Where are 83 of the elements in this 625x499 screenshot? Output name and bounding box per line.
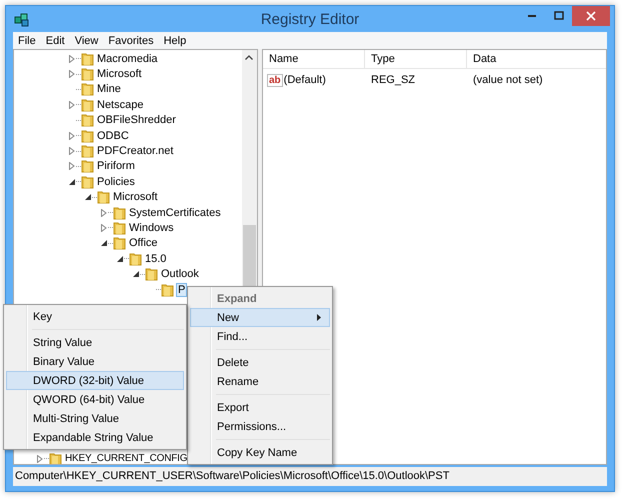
menu-item[interactable]: Binary Value <box>6 352 184 371</box>
menu-item[interactable]: Help <box>158 34 192 46</box>
tree-item[interactable]: SystemCertificates <box>128 206 222 220</box>
menu-item[interactable]: New <box>190 308 330 327</box>
window-title: Registry Editor <box>260 10 360 28</box>
expand-arrow-icon[interactable] <box>69 162 75 170</box>
maximize-icon <box>554 11 564 21</box>
folder-icon <box>113 206 126 220</box>
column-header[interactable]: Type <box>365 50 467 68</box>
close-button[interactable] <box>572 6 610 26</box>
collapse-arrow-icon[interactable] <box>133 271 139 278</box>
folder-icon <box>81 82 94 96</box>
tree-item[interactable]: Policies <box>96 174 136 189</box>
tree-item[interactable]: Piriform <box>96 159 136 174</box>
collapse-arrow-icon[interactable] <box>85 194 91 200</box>
folder-icon <box>113 220 126 235</box>
menu-item[interactable]: QWORD (64-bit) Value <box>6 390 184 409</box>
tree-item[interactable]: Microsoft <box>96 67 143 82</box>
folder-icon <box>97 190 110 204</box>
status-bar: Computer\HKEY_CURRENT_USER\Software\Policies\Microsoft\Office\15.0\Outlook\PST <box>13 467 607 486</box>
tree-item[interactable]: P <box>176 282 188 297</box>
submenu-arrow-icon <box>317 314 321 321</box>
folder-icon <box>81 67 94 82</box>
column-header[interactable]: Data <box>467 50 606 68</box>
menu-item[interactable]: Permissions... <box>190 417 330 436</box>
string-value-icon: ab <box>267 74 283 86</box>
collapse-arrow-icon[interactable] <box>117 256 123 262</box>
folder-icon <box>81 144 94 158</box>
expand-arrow-icon[interactable] <box>37 454 43 463</box>
close-icon <box>586 11 596 21</box>
menu-item[interactable]: Delete <box>190 353 330 372</box>
expand-arrow-icon[interactable] <box>69 54 75 63</box>
expand-arrow-icon[interactable] <box>69 147 75 156</box>
tree-item[interactable]: Macromedia <box>96 52 159 66</box>
menu-item[interactable]: Edit <box>40 34 70 46</box>
value-name[interactable]: (Default) <box>284 74 326 86</box>
tree-item[interactable]: Outlook <box>160 267 200 282</box>
tree-item[interactable]: 15.0 <box>144 252 168 266</box>
tree-item[interactable]: OBFileShredder <box>96 113 177 128</box>
column-header[interactable]: Name <box>263 50 365 68</box>
expand-arrow-icon[interactable] <box>69 132 75 140</box>
folder-icon <box>81 128 94 143</box>
menu-item[interactable]: Key <box>6 307 184 326</box>
expand-arrow-icon[interactable] <box>69 70 75 78</box>
folder-icon <box>129 252 142 266</box>
expand-arrow-icon[interactable] <box>101 224 107 232</box>
tree-item[interactable]: PDFCreator.net <box>96 144 174 158</box>
menu-item[interactable]: Rename <box>190 372 330 391</box>
cubes-icon <box>14 11 30 27</box>
tree-item[interactable]: HKEY_CURRENT_CONFIG <box>64 452 188 464</box>
folder-icon <box>81 113 94 128</box>
value-data: (value not set) <box>472 74 543 86</box>
folder-icon <box>161 282 174 297</box>
menu-item[interactable]: Find... <box>190 327 330 346</box>
folder-icon <box>145 267 158 282</box>
collapse-arrow-icon[interactable] <box>101 240 107 246</box>
folder-icon <box>81 52 94 66</box>
value-type: REG_SZ <box>370 74 416 86</box>
folder-icon <box>81 98 94 112</box>
collapse-arrow-icon[interactable] <box>69 178 75 185</box>
menu-item[interactable]: String Value <box>6 333 184 352</box>
tree-item[interactable]: Netscape <box>96 98 144 112</box>
menu-item[interactable]: Favorites <box>103 34 159 46</box>
folder-icon <box>113 236 126 250</box>
menu-item[interactable]: Expandable String Value <box>6 428 184 447</box>
expand-arrow-icon[interactable] <box>101 208 107 217</box>
menu-item[interactable]: Export <box>190 398 330 417</box>
folder-icon <box>49 452 62 464</box>
folder-icon <box>81 159 94 174</box>
menu-item[interactable]: DWORD (32-bit) Value <box>6 371 184 390</box>
menu-item[interactable]: File <box>13 34 41 46</box>
scroll-up-icon[interactable] <box>245 55 253 60</box>
folder-icon <box>81 174 94 189</box>
tree-item[interactable]: ODBC <box>96 128 130 143</box>
menu-item[interactable]: Multi-String Value <box>6 409 184 428</box>
minimize-icon <box>528 15 536 17</box>
menu-item[interactable]: Copy Key Name <box>190 443 330 462</box>
tree-item[interactable]: Office <box>128 236 159 250</box>
tree-item[interactable]: Mine <box>96 82 122 96</box>
expand-arrow-icon[interactable] <box>69 100 75 109</box>
tree-item[interactable]: Microsoft <box>112 190 159 204</box>
tree-item[interactable]: Windows <box>128 220 175 235</box>
menu-item[interactable]: View <box>70 34 104 46</box>
